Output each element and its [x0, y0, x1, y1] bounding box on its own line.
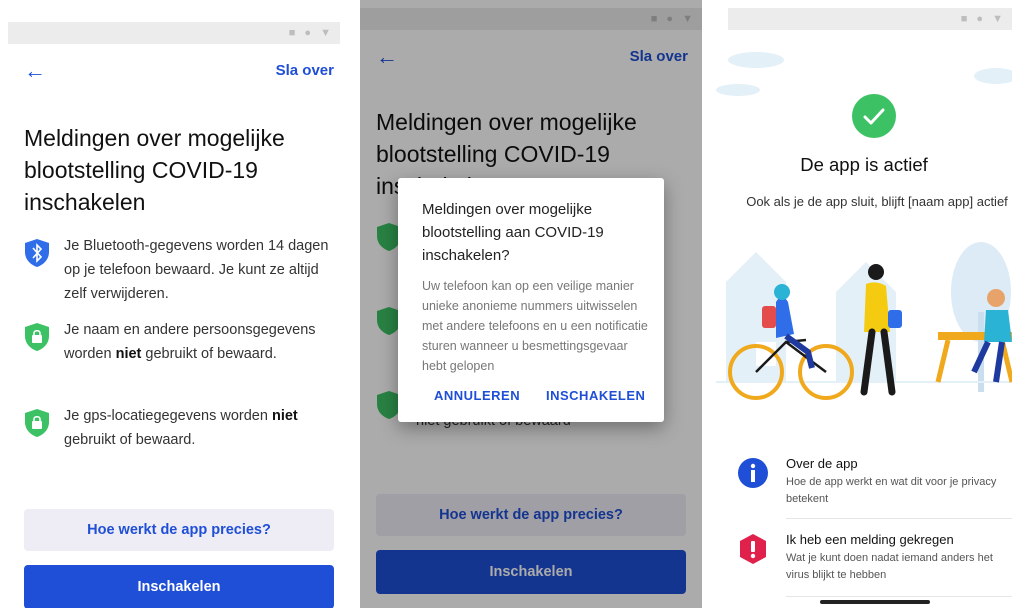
privacy-item-text: Je gps-locatiegegevens worden niet gebru…: [64, 408, 298, 448]
screen-app-active: ■ ● ▼ De app is actief Ook als je de app…: [716, 0, 1012, 608]
cancel-button[interactable]: ANNULEREN: [434, 388, 520, 403]
page-subtitle: Ook als je de app sluit, blijft [naam ap…: [746, 194, 1008, 209]
status-bar: ■ ● ▼: [8, 22, 340, 44]
privacy-item-bluetooth: Je Bluetooth-gegevens worden 14 dagen op…: [24, 238, 328, 308]
row-title: Ik heb een melding gekregen: [786, 532, 954, 547]
screen-enable-notifications: ■ ● ▼ ← Sla over Meldingen over mogelijk…: [0, 0, 348, 608]
people-outdoor-illustration: [716, 242, 1012, 400]
lock-shield-icon: [25, 323, 49, 351]
row-title: Over de app: [786, 456, 858, 471]
received-notification-row[interactable]: Ik heb een melding gekregen Wat je kunt …: [738, 532, 1012, 602]
privacy-item-personal-data: Je naam en andere persoonsgegevens worde…: [24, 322, 324, 392]
privacy-item-gps: Je gps-locatiegegevens worden niet gebru…: [24, 408, 324, 478]
back-arrow-icon[interactable]: ←: [24, 60, 46, 82]
skip-button[interactable]: Sla over: [276, 62, 334, 79]
row-description: Wat je kunt doen nadat iemand anders het…: [786, 552, 993, 581]
bluetooth-shield-icon: [25, 239, 49, 267]
row-description: Hoe de app werkt en wat dit voor je priv…: [786, 476, 997, 505]
divider: [786, 518, 1012, 519]
permission-dialog: Meldingen over mogelijke blootstelling a…: [398, 178, 664, 422]
dialog-title: Meldingen over mogelijke blootstelling a…: [422, 201, 604, 264]
info-icon: [738, 458, 768, 488]
status-icons: ■ ● ▼: [288, 27, 334, 39]
home-indicator[interactable]: [820, 600, 930, 604]
alert-icon: [740, 534, 766, 564]
enable-button[interactable]: Inschakelen: [24, 565, 334, 608]
privacy-item-text: Je naam en andere persoonsgegevens worde…: [64, 322, 316, 362]
clouds-illustration: [716, 52, 1012, 96]
how-it-works-button[interactable]: Hoe werkt de app precies?: [24, 509, 334, 551]
screen-enable-dialog: ■ ● ▼ ← Sla over Meldingen over mogelijk…: [360, 0, 702, 608]
page-title: De app is actief: [800, 154, 928, 175]
lock-shield-icon: [25, 409, 49, 437]
success-check-icon: [852, 94, 896, 138]
status-bar: ■ ● ▼: [728, 8, 1012, 30]
confirm-enable-button[interactable]: INSCHAKELEN: [546, 388, 645, 403]
divider: [786, 596, 1012, 597]
about-app-row[interactable]: Over de app Hoe de app werkt en wat dit …: [738, 456, 1012, 526]
status-icons: ■ ● ▼: [960, 13, 1006, 25]
privacy-item-text: Je Bluetooth-gegevens worden 14 dagen op…: [64, 238, 329, 302]
page-title: Meldingen over mogelijke blootstelling C…: [24, 125, 285, 215]
dialog-body: Uw telefoon kan op een veilige manier un…: [422, 279, 648, 373]
